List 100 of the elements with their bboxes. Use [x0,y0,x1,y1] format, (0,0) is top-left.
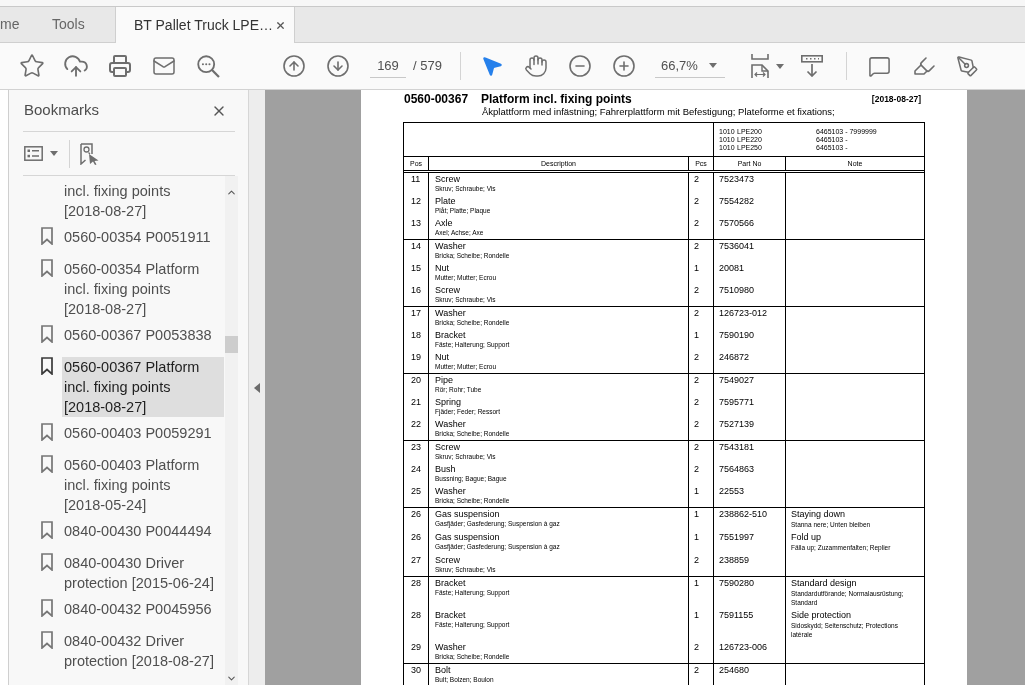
part-name: Gas suspension [435,532,501,543]
scroll-down-icon[interactable] [226,673,237,684]
page-total: / 579 [413,57,442,76]
note: Side protection [791,610,853,621]
part-name: Bracket [435,330,467,341]
part-number: 7570566 [719,218,756,229]
collapse-panel-button[interactable] [254,382,260,393]
part-name: Screw [435,285,461,296]
quantity: 1 [694,610,700,621]
scrollbar-thumb[interactable] [225,336,238,353]
bookmark-item[interactable]: 0840-00432 P0045956 [62,599,224,625]
part-number: 254680 [719,665,751,676]
position-number: 30 [411,665,422,676]
part-number: 246872 [719,352,751,363]
position-number: 25 [411,486,422,497]
tab[interactable]: Tools [44,7,115,42]
part-name: Bracket [435,610,467,621]
part-number: 7595771 [719,397,756,408]
speech-bubble-icon [868,54,892,78]
part-name: Screw [435,174,461,185]
position-number: 14 [411,241,422,252]
bookmark-icon [41,455,53,473]
section-title: Platform incl. fixing points [481,92,632,106]
tab[interactable]: BT Pallet Truck LPE… [115,7,295,43]
arrow-down-circle-icon [326,54,350,78]
bookmark-item[interactable]: 0560-00403 Platform incl. fixing points [2018-05-24] [62,455,224,515]
part-number: 238859 [719,555,751,566]
bookmark-item[interactable]: 0560-00403 P0059291 [62,423,224,449]
part-number: 126723-006 [719,642,769,653]
bookmark-icon [41,259,53,277]
quantity: 2 [694,419,700,430]
quantity: 2 [694,285,700,296]
quantity: 2 [694,352,700,363]
bookmark-item[interactable]: 0840-00430 Driver protection [2015-06-24] [62,553,224,593]
tab[interactable]: me [0,7,44,42]
envelope-icon [152,54,176,78]
bookmark-item[interactable]: 0560-00354 P0051911 [62,227,224,253]
part-name: Nut [435,352,450,363]
bookmark-item[interactable]: 0560-00354 Platform incl. fixing points [2018-08-27] [62,259,224,319]
part-number: 7554282 [719,196,756,207]
bookmark-item[interactable]: incl. fixing points [2018-08-27] [62,181,224,221]
part-number: 238862-510 [719,509,769,520]
note: Staying down [791,509,847,520]
section-subtitle: Åkplattform med infästning; Fahrerplattform mit Befestigung; Plateforme et fixations; [482,106,835,118]
part-name: Washer [435,642,467,653]
part-number: 7527139 [719,419,756,430]
scroll-down-icon [800,55,823,77]
part-name: Axle [435,218,454,229]
cloud-upload-icon [63,53,89,79]
bookmark-cursor-icon [80,142,99,165]
page-fit-icon [751,54,770,78]
bookmark-item[interactable]: 0840-00432 Driver protection [2018-08-27] [62,631,224,671]
section-code: 0560-00367 [403,92,470,106]
part-number: 7549027 [719,375,756,386]
arrow-up-circle-icon [282,54,306,78]
section-date: [2018-08-27] [871,93,922,106]
part-number: 20081 [719,263,746,274]
quantity: 2 [694,442,700,453]
part-name: Bolt [435,665,452,676]
part-number: 7536041 [719,241,756,252]
part-name: Washer [435,308,467,319]
part-number: 126723-012 [719,308,769,319]
quantity: 2 [694,642,700,653]
pen-nib-icon [956,54,980,78]
zoom-field[interactable]: 66,7% [654,54,709,78]
position-number: 13 [411,218,422,229]
bookmark-item[interactable]: 0560-00367 Platform incl. fixing points [2018-08-27] [62,357,224,417]
position-number: 17 [411,308,422,319]
bookmark-item[interactable]: 0560-00367 P0053838 [62,325,224,351]
note: Standard design [791,578,858,589]
part-number: 7543181 [719,442,756,453]
quantity: 1 [694,578,700,589]
part-name: Nut [435,263,450,274]
quantity: 2 [694,665,700,676]
highlighter-icon [911,54,936,78]
bookmark-icon [41,599,53,617]
quantity: 2 [694,218,700,229]
caret-icon [708,63,717,68]
quantity: 2 [694,375,700,386]
bookmark-icon [41,553,53,571]
find-bookmark-button[interactable] [80,142,99,165]
scrollbar[interactable] [225,176,238,685]
position-number: 23 [411,442,422,453]
quantity: 1 [694,263,700,274]
part-name: Bracket [435,578,467,589]
position-number: 27 [411,555,422,566]
quantity: 2 [694,241,700,252]
position-number: 28 [411,578,422,589]
part-number: 22553 [719,486,746,497]
part-name: Screw [435,555,461,566]
position-number: 21 [411,397,422,408]
position-number: 26 [411,532,422,543]
part-number: 7590190 [719,330,756,341]
note: Fold up [791,532,823,543]
page-number-field[interactable]: 169 [370,54,406,78]
quantity: 2 [694,308,700,319]
part-name: Spring [435,397,462,408]
position-number: 12 [411,196,422,207]
bookmark-item[interactable]: 0840-00430 P0044494 [62,521,224,547]
part-number: 7564863 [719,464,756,475]
